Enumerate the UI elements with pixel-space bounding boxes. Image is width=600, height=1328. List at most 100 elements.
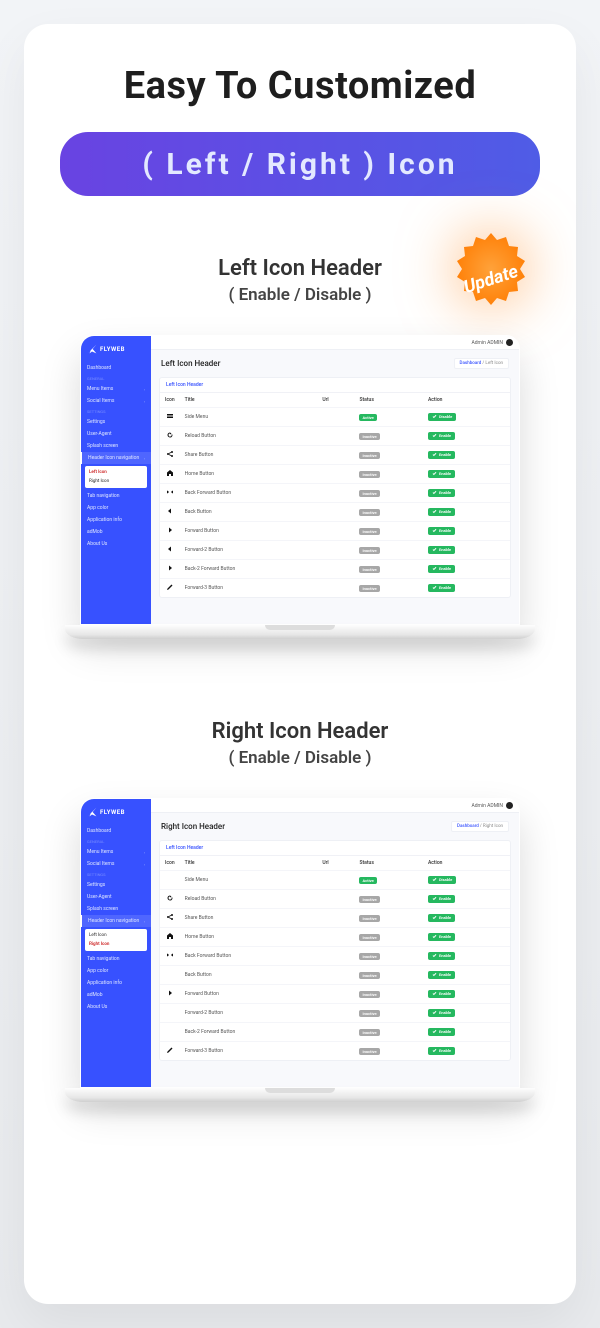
row-url bbox=[317, 427, 354, 446]
sidebar-item[interactable]: About Us bbox=[81, 1001, 151, 1013]
toggle-button[interactable]: Enable bbox=[428, 1009, 455, 1017]
table-row: Reload ButtonInactiveEnable bbox=[160, 427, 510, 446]
table-row: Forward ButtonInactiveEnable bbox=[160, 985, 510, 1004]
toggle-button[interactable]: Enable bbox=[428, 1047, 455, 1055]
row-icon bbox=[160, 928, 180, 947]
sidebar-item[interactable]: Tab navigation bbox=[81, 953, 151, 965]
sidebar-submenu-item[interactable]: Left Icon bbox=[85, 468, 147, 477]
row-title: Share Button bbox=[180, 909, 318, 928]
sidebar-item[interactable]: Splash screen bbox=[81, 440, 151, 452]
row-action: Enable bbox=[423, 465, 510, 484]
avatar-icon[interactable] bbox=[506, 339, 513, 346]
sidebar-item[interactable]: Menu Items› bbox=[81, 846, 151, 858]
table-row: Forward ButtonInactiveEnable bbox=[160, 522, 510, 541]
sidebar-item[interactable]: Tab navigation bbox=[81, 490, 151, 502]
sidebar-item[interactable]: User-Agent bbox=[81, 428, 151, 440]
toggle-button[interactable]: Enable bbox=[428, 546, 455, 554]
toggle-button[interactable]: Enable bbox=[428, 508, 455, 516]
row-icon bbox=[160, 522, 180, 541]
toggle-button[interactable]: Enable bbox=[428, 895, 455, 903]
row-icon bbox=[160, 966, 180, 985]
sidebar-submenu-item[interactable]: Right Icon bbox=[85, 940, 147, 949]
avatar-icon[interactable] bbox=[506, 802, 513, 809]
sidebar-item[interactable]: Header Icon navigation› bbox=[81, 452, 151, 464]
sidebar-item[interactable]: adMob bbox=[81, 526, 151, 538]
row-action: Enable bbox=[423, 579, 510, 598]
toggle-button[interactable]: Enable bbox=[428, 470, 455, 478]
row-action: Disable bbox=[423, 871, 510, 890]
table-header: Url bbox=[317, 856, 354, 871]
row-action: Enable bbox=[423, 1004, 510, 1023]
sidebar-group-label: GENERAL bbox=[81, 837, 151, 846]
sidebar-item[interactable]: Social Items› bbox=[81, 395, 151, 407]
table-row: Share Button Inactive Enable bbox=[160, 909, 510, 928]
sidebar-item[interactable]: Application info bbox=[81, 514, 151, 526]
sidebar-item[interactable]: Header Icon navigation› bbox=[81, 915, 151, 927]
toggle-button[interactable]: Disable bbox=[428, 876, 456, 884]
topbar: Admin ADMIN bbox=[151, 799, 519, 813]
row-icon bbox=[160, 465, 180, 484]
row-url bbox=[317, 503, 354, 522]
row-url bbox=[317, 408, 354, 427]
sidebar-item[interactable]: User-Agent bbox=[81, 891, 151, 903]
row-icon bbox=[160, 541, 180, 560]
row-title: Back Forward Button bbox=[180, 947, 318, 966]
row-action: Enable bbox=[423, 522, 510, 541]
row-action: Enable bbox=[423, 427, 510, 446]
row-status: Inactive bbox=[354, 985, 422, 1004]
row-status: Active bbox=[354, 871, 422, 890]
sidebar-item[interactable]: Menu Items› bbox=[81, 383, 151, 395]
sidebar-submenu-item[interactable]: Right Icon bbox=[85, 477, 147, 486]
row-icon bbox=[160, 446, 180, 465]
row-url bbox=[317, 966, 354, 985]
row-url bbox=[317, 1042, 354, 1061]
laptop-frame-1: FLYWEBDashboardGENERALMenu Items›Social … bbox=[80, 335, 520, 639]
row-status: Inactive bbox=[354, 1004, 422, 1023]
toggle-button[interactable]: Enable bbox=[428, 527, 455, 535]
sidebar-item[interactable]: About Us bbox=[81, 538, 151, 550]
toggle-button[interactable]: Enable bbox=[428, 914, 455, 922]
toggle-button[interactable]: Enable bbox=[428, 432, 455, 440]
row-url bbox=[317, 928, 354, 947]
row-action: Enable bbox=[423, 966, 510, 985]
row-title: Forward-3 Button bbox=[180, 579, 318, 598]
toggle-button[interactable]: Enable bbox=[428, 971, 455, 979]
row-status: Inactive bbox=[354, 909, 422, 928]
sidebar-item[interactable]: Settings bbox=[81, 416, 151, 428]
sidebar: FLYWEBDashboardGENERALMenu Items›Social … bbox=[81, 336, 151, 624]
toggle-button[interactable]: Disable bbox=[428, 413, 456, 421]
sidebar-item[interactable]: adMob bbox=[81, 989, 151, 1001]
sidebar-item[interactable]: Social Items› bbox=[81, 858, 151, 870]
toggle-button[interactable]: Enable bbox=[428, 952, 455, 960]
sidebar-item[interactable]: Settings bbox=[81, 879, 151, 891]
sidebar-item[interactable]: Splash screen bbox=[81, 903, 151, 915]
row-icon bbox=[160, 408, 180, 427]
row-title: Home Button bbox=[180, 928, 318, 947]
topbar: Admin ADMIN bbox=[151, 336, 519, 350]
chevron-right-icon: › bbox=[144, 850, 145, 855]
toggle-button[interactable]: Enable bbox=[428, 990, 455, 998]
sidebar-submenu-item[interactable]: Left Icon bbox=[85, 931, 147, 940]
row-status: Inactive bbox=[354, 928, 422, 947]
toggle-button[interactable]: Enable bbox=[428, 933, 455, 941]
table-header: Icon bbox=[160, 393, 180, 408]
row-icon bbox=[160, 560, 180, 579]
row-title: Back Button bbox=[180, 966, 318, 985]
breadcrumb: Dashboard / Left Icon bbox=[454, 358, 509, 369]
chevron-right-icon: › bbox=[144, 387, 145, 392]
toggle-button[interactable]: Enable bbox=[428, 584, 455, 592]
row-icon bbox=[160, 1004, 180, 1023]
sidebar-item[interactable]: App color bbox=[81, 502, 151, 514]
row-title: Forward-3 Button bbox=[180, 1042, 318, 1061]
toggle-button[interactable]: Enable bbox=[428, 1028, 455, 1036]
sidebar-item[interactable]: App color bbox=[81, 965, 151, 977]
row-icon bbox=[160, 1023, 180, 1042]
toggle-button[interactable]: Enable bbox=[428, 451, 455, 459]
sidebar-item[interactable]: Dashboard bbox=[81, 825, 151, 837]
toggle-button[interactable]: Enable bbox=[428, 565, 455, 573]
toggle-button[interactable]: Enable bbox=[428, 489, 455, 497]
row-url bbox=[317, 947, 354, 966]
sidebar-item[interactable]: Application info bbox=[81, 977, 151, 989]
row-url bbox=[317, 522, 354, 541]
sidebar-item[interactable]: Dashboard bbox=[81, 362, 151, 374]
